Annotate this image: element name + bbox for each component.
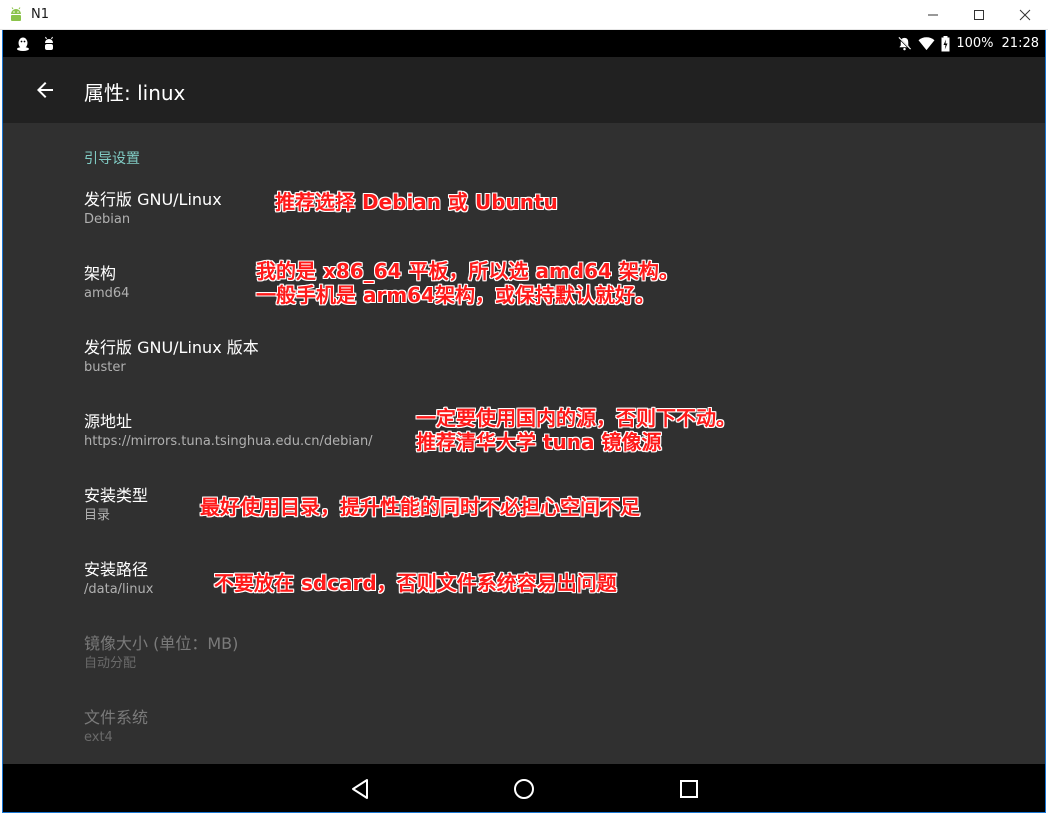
pref-summary: ext4 (84, 730, 113, 745)
maximize-button[interactable] (956, 0, 1002, 30)
wifi-icon (918, 36, 935, 51)
android-screen: 100% 21:28 属性: linux 引导设置 发行版 GNU/Linux … (2, 30, 1046, 813)
annotation-line: 最好使用目录，提升性能的同时不必担心空间不足 (200, 495, 640, 519)
annotation-line: 推荐清华大学 tuna 镜像源 (416, 430, 662, 454)
pref-distribution[interactable]: 发行版 GNU/Linux Debian (84, 190, 222, 229)
annotation-line: 推荐选择 Debian 或 Ubuntu (275, 190, 558, 214)
pref-summary: amd64 (84, 286, 130, 301)
annotation-install-type: 最好使用目录，提升性能的同时不必担心空间不足 (200, 495, 640, 519)
nav-back-button[interactable] (347, 776, 373, 802)
pref-title: 源地址 (84, 412, 133, 431)
battery-charging-icon (941, 35, 950, 52)
annotation-line: 一定要使用国内的源，否则下不动。 (416, 406, 736, 430)
section-header-boot: 引导设置 (84, 151, 140, 167)
annotation-distribution: 推荐选择 Debian 或 Ubuntu (275, 190, 558, 214)
clock: 21:28 (1001, 36, 1039, 51)
pref-filesystem: 文件系统 ext4 (84, 708, 148, 747)
pref-summary: https://mirrors.tuna.tsinghua.edu.cn/deb… (84, 434, 373, 449)
pref-title: 架构 (84, 264, 117, 283)
annotation-install-path: 不要放在 sdcard，否则文件系统容易出问题 (214, 571, 617, 595)
navigation-bar (3, 764, 1045, 812)
back-triangle-icon (352, 779, 368, 799)
mute-icon (897, 36, 912, 51)
battery-percentage: 100% (956, 36, 994, 51)
nav-recents-button[interactable] (676, 776, 702, 802)
pref-architecture[interactable]: 架构 amd64 (84, 264, 129, 303)
pref-summary: /data/linux (84, 582, 154, 597)
pref-title: 发行版 GNU/Linux (84, 190, 222, 209)
annotation-architecture: 我的是 x86_64 平板，所以选 amd64 架构。 一般手机是 arm64架… (256, 259, 679, 307)
annotation-line: 一般手机是 arm64架构，或保持默认就好。 (256, 283, 655, 307)
pref-title: 发行版 GNU/Linux 版本 (84, 338, 259, 357)
pref-install-path[interactable]: 安装路径 /data/linux (84, 560, 153, 599)
minimize-button[interactable] (910, 0, 956, 30)
android-app-icon (11, 7, 21, 21)
window-title: N1 (31, 7, 49, 22)
pref-title: 安装类型 (84, 486, 149, 505)
pref-source-url[interactable]: 源地址 https://mirrors.tuna.tsinghua.edu.cn… (84, 412, 373, 451)
annotation-line: 我的是 x86_64 平板，所以选 amd64 架构。 (256, 259, 679, 283)
app-bar: 属性: linux (3, 57, 1045, 123)
settings-list: 引导设置 发行版 GNU/Linux Debian 架构 amd64 发行版 G… (3, 123, 1045, 764)
back-arrow-icon[interactable] (33, 78, 57, 102)
qq-penguin-icon (17, 37, 29, 51)
pref-summary: Debian (84, 212, 131, 227)
pref-title: 文件系统 (84, 708, 149, 727)
nav-home-button[interactable] (511, 776, 537, 802)
annotation-source: 一定要使用国内的源，否则下不动。 推荐清华大学 tuna 镜像源 (416, 406, 736, 454)
status-bar: 100% 21:28 (3, 30, 1045, 57)
pref-title: 镜像大小 (单位：MB) (84, 634, 239, 653)
maximize-icon (974, 10, 984, 20)
close-icon (1019, 9, 1031, 21)
android-debug-icon (45, 36, 53, 50)
status-right: 100% 21:28 (897, 30, 1039, 57)
home-circle-icon (514, 779, 534, 799)
recents-square-icon (680, 780, 698, 798)
pref-summary: 目录 (84, 508, 111, 523)
pref-install-type[interactable]: 安装类型 目录 (84, 486, 148, 525)
annotation-line: 不要放在 sdcard，否则文件系统容易出问题 (214, 571, 617, 595)
pref-image-size: 镜像大小 (单位：MB) 自动分配 (84, 634, 238, 673)
pref-distribution-version[interactable]: 发行版 GNU/Linux 版本 buster (84, 338, 259, 377)
page-title: 属性: linux (84, 81, 186, 105)
pref-summary: buster (84, 360, 126, 375)
minimize-icon (928, 14, 938, 16)
pref-summary: 自动分配 (84, 656, 137, 671)
close-button[interactable] (1002, 0, 1048, 30)
pref-title: 安装路径 (84, 560, 149, 579)
window-titlebar: N1 (0, 0, 1048, 30)
